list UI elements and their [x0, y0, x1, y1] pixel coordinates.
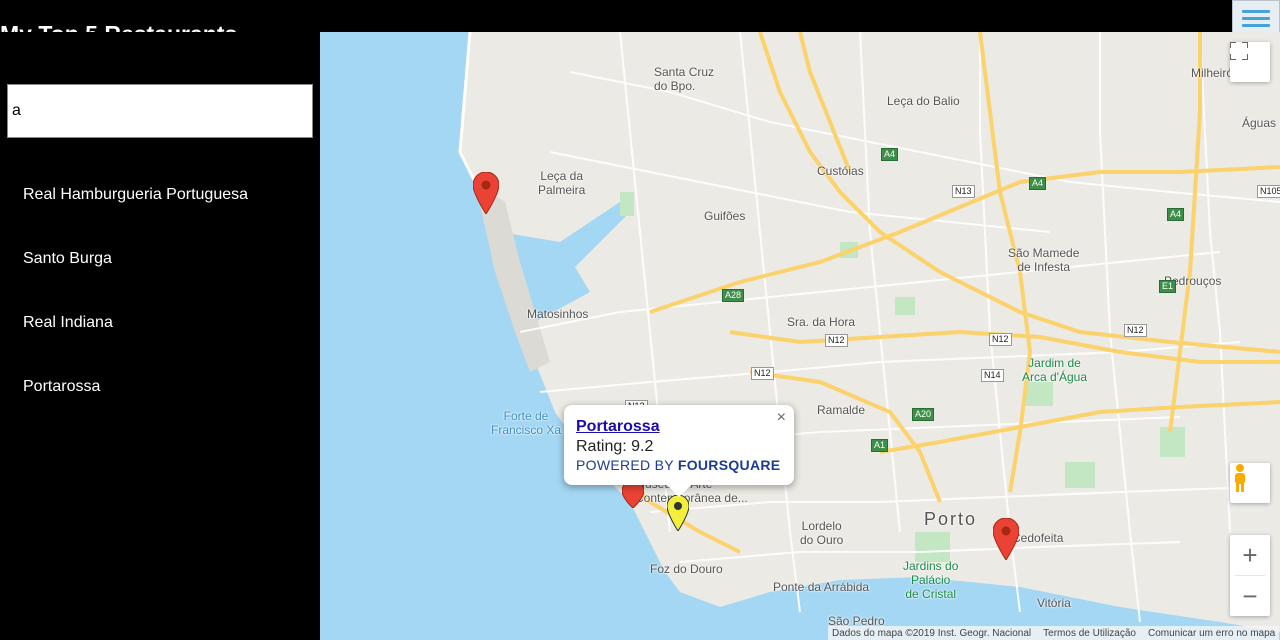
map-label: São Mamede de Infesta [1008, 246, 1080, 274]
road-shield: A1 [871, 439, 889, 452]
restaurant-list-item[interactable]: Portarossa [0, 354, 248, 418]
zoom-control: + − [1230, 535, 1270, 616]
road-shield: N105 [1257, 185, 1280, 198]
powered-by-text: POWERED BY [576, 457, 678, 473]
map-label: Lordelo do Ouro [800, 519, 844, 547]
road-shield: N12 [751, 367, 774, 380]
info-window: × Portarossa Rating: 9.2 POWERED BY FOUR… [564, 405, 794, 497]
road-shield: N12 [825, 334, 848, 347]
menu-icon-bar [1242, 9, 1270, 13]
map-label: Leça do Balio [887, 94, 960, 108]
map-label: Forte de Francisco Xa [491, 409, 562, 437]
report-error-link[interactable]: Comunicar um erro no mapa [1148, 628, 1275, 639]
map-label: Guifões [704, 209, 746, 223]
road-shield: N14 [981, 369, 1004, 382]
map-label: Ramalde [817, 403, 866, 417]
road-shield: N12 [1124, 324, 1147, 337]
map-label: Vitória [1037, 596, 1071, 610]
map-marker-red[interactable] [993, 518, 1019, 560]
map-marker-red[interactable] [473, 172, 499, 214]
map[interactable]: Santa Cruz do Bpo. Leça do Balio Milheir… [320, 32, 1280, 640]
map-label: Leça da Palmeira [538, 169, 586, 197]
zoom-in-button[interactable]: + [1230, 535, 1270, 575]
restaurant-list: Real Hamburgueria Portuguesa Santo Burga… [0, 162, 248, 418]
foursquare-attribution: POWERED BY FOURSQUARE [576, 457, 782, 473]
menu-toggle-button[interactable] [1232, 0, 1280, 36]
restaurant-list-item[interactable]: Real Indiana [0, 290, 248, 354]
menu-icon-bar [1242, 23, 1270, 27]
zoom-out-button[interactable]: − [1230, 576, 1270, 616]
sidebar: Real Hamburgueria Portuguesa Santo Burga… [0, 32, 320, 640]
map-label: Jardim de Arca d'Água [1022, 356, 1087, 384]
road-shield: A4 [881, 148, 899, 161]
road-shield: A4 [1029, 177, 1047, 190]
pegman-icon [1235, 464, 1245, 492]
map-label: Santa Cruz do Bpo. [654, 65, 715, 93]
map-label: Cedofeita [1012, 531, 1064, 545]
map-label: Porto [924, 509, 978, 529]
road-shield: N13 [952, 185, 975, 198]
street-view-pegman[interactable] [1230, 463, 1270, 503]
app: My Top 5 Restaurants Real Hamburgueria P… [0, 0, 1280, 640]
info-window-rating: Rating: 9.2 [576, 438, 654, 455]
info-window-close-button[interactable]: × [777, 409, 786, 427]
map-footer: Dados do mapa ©2019 Inst. Geogr. Naciona… [828, 626, 1280, 640]
road-shield: N12 [989, 333, 1012, 346]
map-label: Águas Sa [1242, 116, 1280, 130]
road-shield: A28 [722, 289, 745, 302]
map-label: Foz do Douro [650, 562, 723, 576]
map-data-attribution: Dados do mapa ©2019 Inst. Geogr. Naciona… [832, 627, 1032, 639]
map-label: Ponte da Arrábida [773, 580, 870, 594]
restaurant-list-item[interactable]: Real Hamburgueria Portuguesa [0, 162, 248, 226]
map-marker-selected[interactable] [667, 495, 689, 531]
info-window-title-link[interactable]: Portarossa [576, 417, 782, 437]
road-shield: E1 [1159, 280, 1177, 293]
terms-link[interactable]: Termos de Utilização [1043, 628, 1136, 639]
foursquare-logo-text: FOURSQUARE [677, 457, 781, 473]
map-label: Jardins do Palácio de Cristal [903, 559, 959, 601]
fullscreen-icon [1230, 42, 1248, 60]
menu-icon-bar [1242, 16, 1270, 20]
road-shield: A4 [1167, 208, 1185, 221]
restaurant-list-item[interactable]: Santo Burga [0, 226, 248, 290]
map-label: Matosinhos [527, 307, 589, 321]
road-shield: A20 [912, 408, 935, 421]
fullscreen-button[interactable] [1230, 42, 1270, 82]
map-label: Sra. da Hora [787, 315, 856, 329]
map-label: Custóias [817, 164, 864, 178]
filter-input[interactable] [7, 84, 313, 138]
